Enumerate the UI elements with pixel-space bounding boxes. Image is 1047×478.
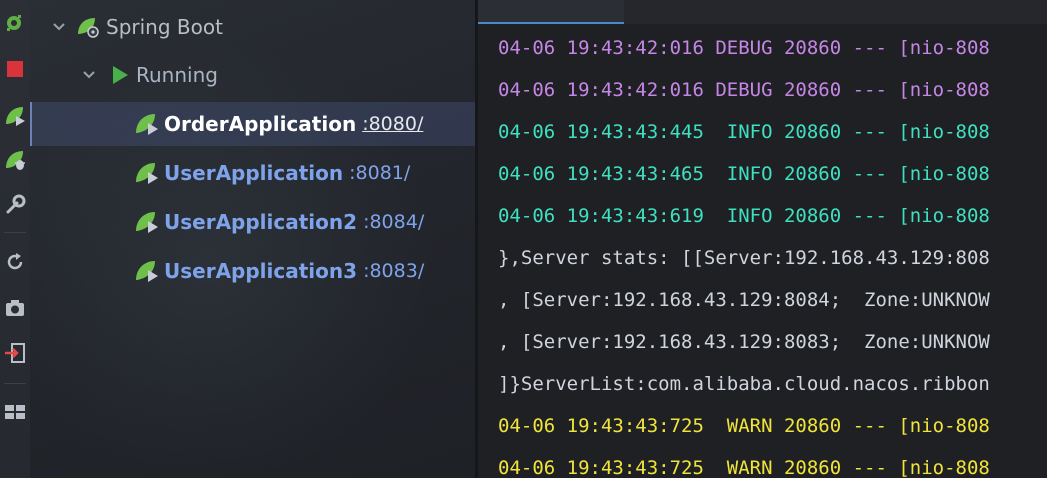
spring-app-running-icon bbox=[134, 160, 160, 186]
run-spring-icon[interactable] bbox=[3, 104, 27, 128]
log-line: , [Server:192.168.43.129:8083; Zone:UNKN… bbox=[498, 331, 990, 353]
tree-group-label: Running bbox=[136, 63, 218, 87]
app-port-link[interactable]: :8083/ bbox=[363, 260, 424, 282]
log-line: , [Server:192.168.43.129:8084; Zone:UNKN… bbox=[498, 289, 990, 311]
log-line: 04-06 19:43:43:725 WARN 20860 --- [nio-8… bbox=[498, 457, 990, 478]
console-output[interactable]: 04-06 19:43:42:016 DEBUG 20860 --- [nio-… bbox=[478, 0, 1047, 478]
services-settings-icon[interactable] bbox=[3, 11, 27, 35]
login-icon[interactable] bbox=[3, 341, 27, 365]
console-tab-bar bbox=[478, 0, 1047, 24]
stop-icon[interactable] bbox=[3, 57, 27, 81]
log-line: 04-06 19:43:43:725 WARN 20860 --- [nio-8… bbox=[498, 415, 990, 437]
log-line: 04-06 19:43:42:016 DEBUG 20860 --- [nio-… bbox=[498, 37, 990, 59]
app-name: UserApplication bbox=[164, 161, 344, 185]
tree-app-row[interactable]: OrderApplication :8080/ bbox=[30, 102, 475, 146]
spring-app-running-icon bbox=[134, 111, 160, 137]
log-line: ]}ServerList:com.alibaba.cloud.nacos.rib… bbox=[498, 373, 990, 395]
tree-app-row[interactable]: UserApplication :8081/ bbox=[30, 151, 475, 195]
services-tree: Spring Boot Running OrderApplication :80… bbox=[30, 0, 475, 478]
tree-root-spring-boot[interactable]: Spring Boot bbox=[30, 5, 475, 49]
log-line: 04-06 19:43:43:445 INFO 20860 --- [nio-8… bbox=[498, 121, 990, 143]
tree-app-row[interactable]: UserApplication3 :8083/ bbox=[30, 249, 475, 293]
log-line: 04-06 19:43:43:619 INFO 20860 --- [nio-8… bbox=[498, 205, 990, 227]
log-line: },Server stats: [[Server:192.168.43.129:… bbox=[498, 247, 990, 269]
debug-spring-icon[interactable] bbox=[3, 148, 27, 172]
tree-group-running[interactable]: Running bbox=[30, 53, 475, 97]
app-name: UserApplication2 bbox=[164, 210, 358, 234]
services-toolbar bbox=[0, 0, 31, 478]
app-port-link[interactable]: :8081/ bbox=[349, 162, 410, 184]
chevron-down-icon[interactable] bbox=[80, 66, 98, 84]
console-tab[interactable] bbox=[478, 0, 624, 24]
app-name: UserApplication3 bbox=[164, 259, 358, 283]
layout-icon[interactable] bbox=[3, 400, 27, 424]
spring-app-running-icon bbox=[134, 258, 160, 284]
wrench-icon[interactable] bbox=[3, 193, 27, 217]
app-port-link[interactable]: :8080/ bbox=[362, 113, 423, 135]
spring-boot-icon bbox=[76, 15, 100, 39]
refresh-icon[interactable] bbox=[3, 250, 27, 274]
app-port-link[interactable]: :8084/ bbox=[363, 211, 424, 233]
log-line: 04-06 19:43:42:016 DEBUG 20860 --- [nio-… bbox=[498, 79, 990, 101]
tree-root-label: Spring Boot bbox=[106, 15, 223, 39]
chevron-down-icon[interactable] bbox=[50, 18, 68, 36]
log-line: 04-06 19:43:43:465 INFO 20860 --- [nio-8… bbox=[498, 163, 990, 185]
app-name: OrderApplication bbox=[164, 112, 357, 136]
camera-icon[interactable] bbox=[3, 296, 27, 320]
spring-app-running-icon bbox=[134, 209, 160, 235]
tree-app-row[interactable]: UserApplication2 :8084/ bbox=[30, 200, 475, 244]
run-icon bbox=[110, 65, 130, 85]
